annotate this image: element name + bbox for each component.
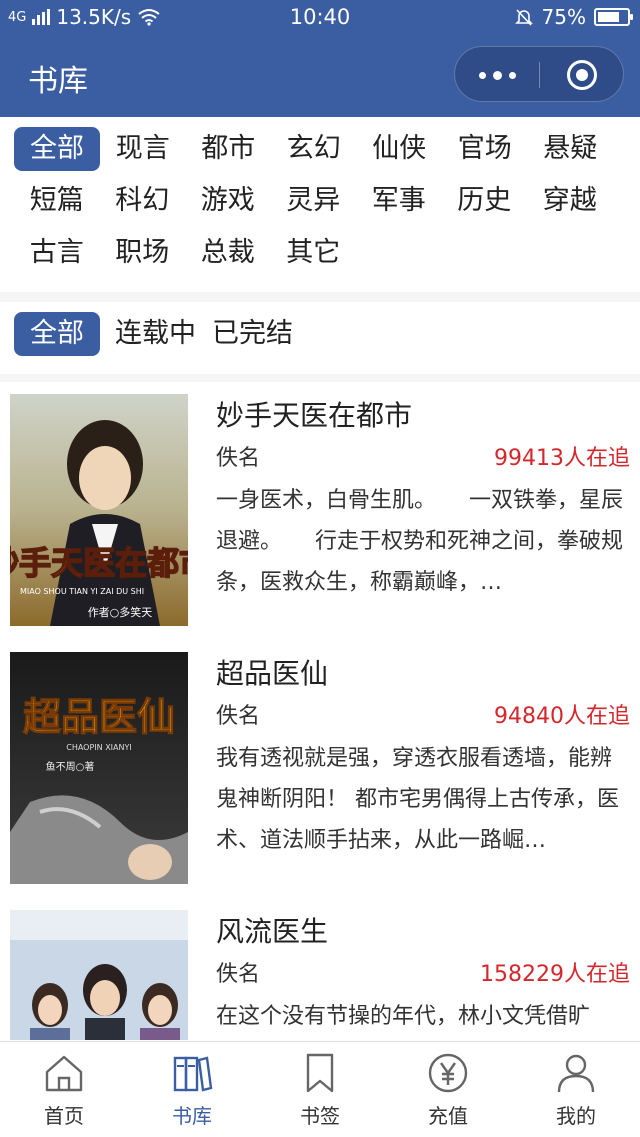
- battery-icon: [594, 8, 633, 26]
- category-tab[interactable]: 现言: [100, 127, 186, 171]
- close-miniapp-icon[interactable]: [567, 60, 597, 90]
- cover-title-art: 妙手天医在都市: [10, 544, 188, 582]
- follow-count: 99413人在追: [494, 446, 630, 471]
- tab-recharge[interactable]: 充值: [384, 1042, 512, 1137]
- category-filter: 全部 现言 都市 玄幻 仙侠 官场 悬疑短篇 科幻 游戏 灵异 军事 历史 穿越古言 职场 总裁 其它: [14, 127, 634, 275]
- tab-library[interactable]: 书库: [128, 1042, 256, 1137]
- book-intro: 一身医术，白骨生肌。 一双铁拳，星辰退避。 行走于权势和死神之间，拳破规条，医救…: [216, 488, 624, 595]
- header: 4G 13.5K/s 10:40 75% 书库: [0, 0, 640, 117]
- status-filter: 全部 连载中 已完结: [14, 312, 294, 356]
- cover-pinyin: MIAO SHOU TIAN YI ZAI DU SHI: [20, 587, 144, 596]
- category-tab[interactable]: 灵异: [271, 179, 357, 223]
- bottom-tab-bar: 首页 书库 书签 充值 我的: [0, 1041, 640, 1137]
- yen-icon: [428, 1053, 468, 1093]
- book-author: 佚名: [216, 704, 261, 729]
- book-cover-image: 妙手天医在都市 MIAO SHOU TIAN YI ZAI DU SHI 作者○…: [10, 394, 188, 626]
- category-tab[interactable]: 玄幻: [271, 127, 357, 171]
- more-dots-icon[interactable]: [455, 47, 539, 103]
- battery-fill: [598, 12, 619, 22]
- book-intro: 我有透视就是强，穿透衣服看透墙，能辨鬼神断阴阳！ 都市宅男偶得上古传承，医术、道…: [216, 746, 619, 853]
- category-tab[interactable]: 科幻: [100, 179, 186, 223]
- book-item[interactable]: 风流医生 佚名 158229人在追 在这个没有节操的年代，林小文凭借旷: [0, 900, 640, 1040]
- library-icon: [173, 1056, 213, 1092]
- tab-label: 充值: [428, 1104, 468, 1128]
- tab-home[interactable]: 首页: [0, 1042, 128, 1137]
- miniapp-capsule: [454, 46, 624, 102]
- category-tab[interactable]: 都市: [186, 127, 272, 171]
- book-title[interactable]: 风流医生: [216, 910, 328, 950]
- user-icon: [557, 1054, 595, 1093]
- cover-title-art: 超品医仙: [23, 694, 175, 739]
- category-tab[interactable]: 游戏: [185, 179, 271, 223]
- book-cover-image: [10, 910, 188, 1040]
- follow-count: 94840人在追: [494, 704, 630, 729]
- bookmark-icon: [306, 1053, 334, 1093]
- book-cover[interactable]: 妙手天医在都市 MIAO SHOU TIAN YI ZAI DU SHI 作者○…: [10, 394, 188, 626]
- home-icon: [45, 1055, 83, 1092]
- section-divider: [0, 292, 640, 302]
- status-filter-tab[interactable]: 连载中: [114, 312, 197, 356]
- category-tab[interactable]: 历史: [442, 179, 528, 223]
- capsule-divider: [539, 62, 540, 88]
- book-item[interactable]: 妙手天医在都市 MIAO SHOU TIAN YI ZAI DU SHI 作者○…: [0, 384, 640, 642]
- page-title: 书库: [28, 64, 88, 99]
- follow-count: 158229人在追: [480, 962, 630, 987]
- category-tab[interactable]: 职场: [100, 231, 186, 275]
- book-cover[interactable]: 超品医仙 CHAOPIN XIANYI 鱼不周○著: [10, 652, 188, 884]
- tab-label: 书签: [300, 1104, 340, 1128]
- status-filter-tab[interactable]: 全部: [14, 312, 100, 356]
- category-tab[interactable]: 总裁: [185, 231, 271, 275]
- category-tab[interactable]: 军事: [356, 179, 442, 223]
- book-intro: 在这个没有节操的年代，林小文凭借旷: [216, 1004, 591, 1029]
- category-tab[interactable]: 其它: [271, 231, 357, 275]
- book-item[interactable]: 超品医仙 CHAOPIN XIANYI 鱼不周○著 超品医仙 佚名 94840人…: [0, 642, 640, 900]
- status-bar: 4G 13.5K/s 10:40 75%: [0, 0, 640, 34]
- cover-pinyin: CHAOPIN XIANYI: [66, 743, 131, 752]
- book-author: 佚名: [216, 962, 261, 987]
- category-tab[interactable]: 官场: [442, 127, 528, 171]
- category-tab[interactable]: 悬疑: [528, 127, 614, 171]
- book-title[interactable]: 超品医仙: [216, 652, 328, 692]
- book-cover-image: 超品医仙 CHAOPIN XIANYI 鱼不周○著: [10, 652, 188, 884]
- book-author: 佚名: [216, 446, 261, 471]
- status-right: 75%: [514, 5, 633, 29]
- cover-author: 鱼不周○著: [46, 760, 95, 773]
- category-tab[interactable]: 古言: [14, 231, 100, 275]
- tab-label: 书库: [172, 1104, 212, 1128]
- category-tab[interactable]: 短篇: [14, 179, 100, 223]
- status-filter-tab[interactable]: 已完结: [211, 312, 294, 356]
- book-title[interactable]: 妙手天医在都市: [216, 394, 412, 434]
- category-tab[interactable]: 仙侠: [357, 127, 443, 171]
- battery-percent: 75%: [541, 5, 586, 29]
- tab-me[interactable]: 我的: [512, 1042, 640, 1137]
- section-divider: [0, 374, 640, 382]
- book-cover[interactable]: [10, 910, 188, 1040]
- tab-bookmark[interactable]: 书签: [256, 1042, 384, 1137]
- mute-bell-icon: [514, 9, 533, 26]
- category-tab[interactable]: 全部: [14, 127, 100, 171]
- tab-label: 我的: [556, 1104, 596, 1128]
- cover-author: 作者○多笑天: [88, 605, 153, 619]
- tab-label: 首页: [44, 1104, 84, 1128]
- category-tab[interactable]: 穿越: [527, 179, 613, 223]
